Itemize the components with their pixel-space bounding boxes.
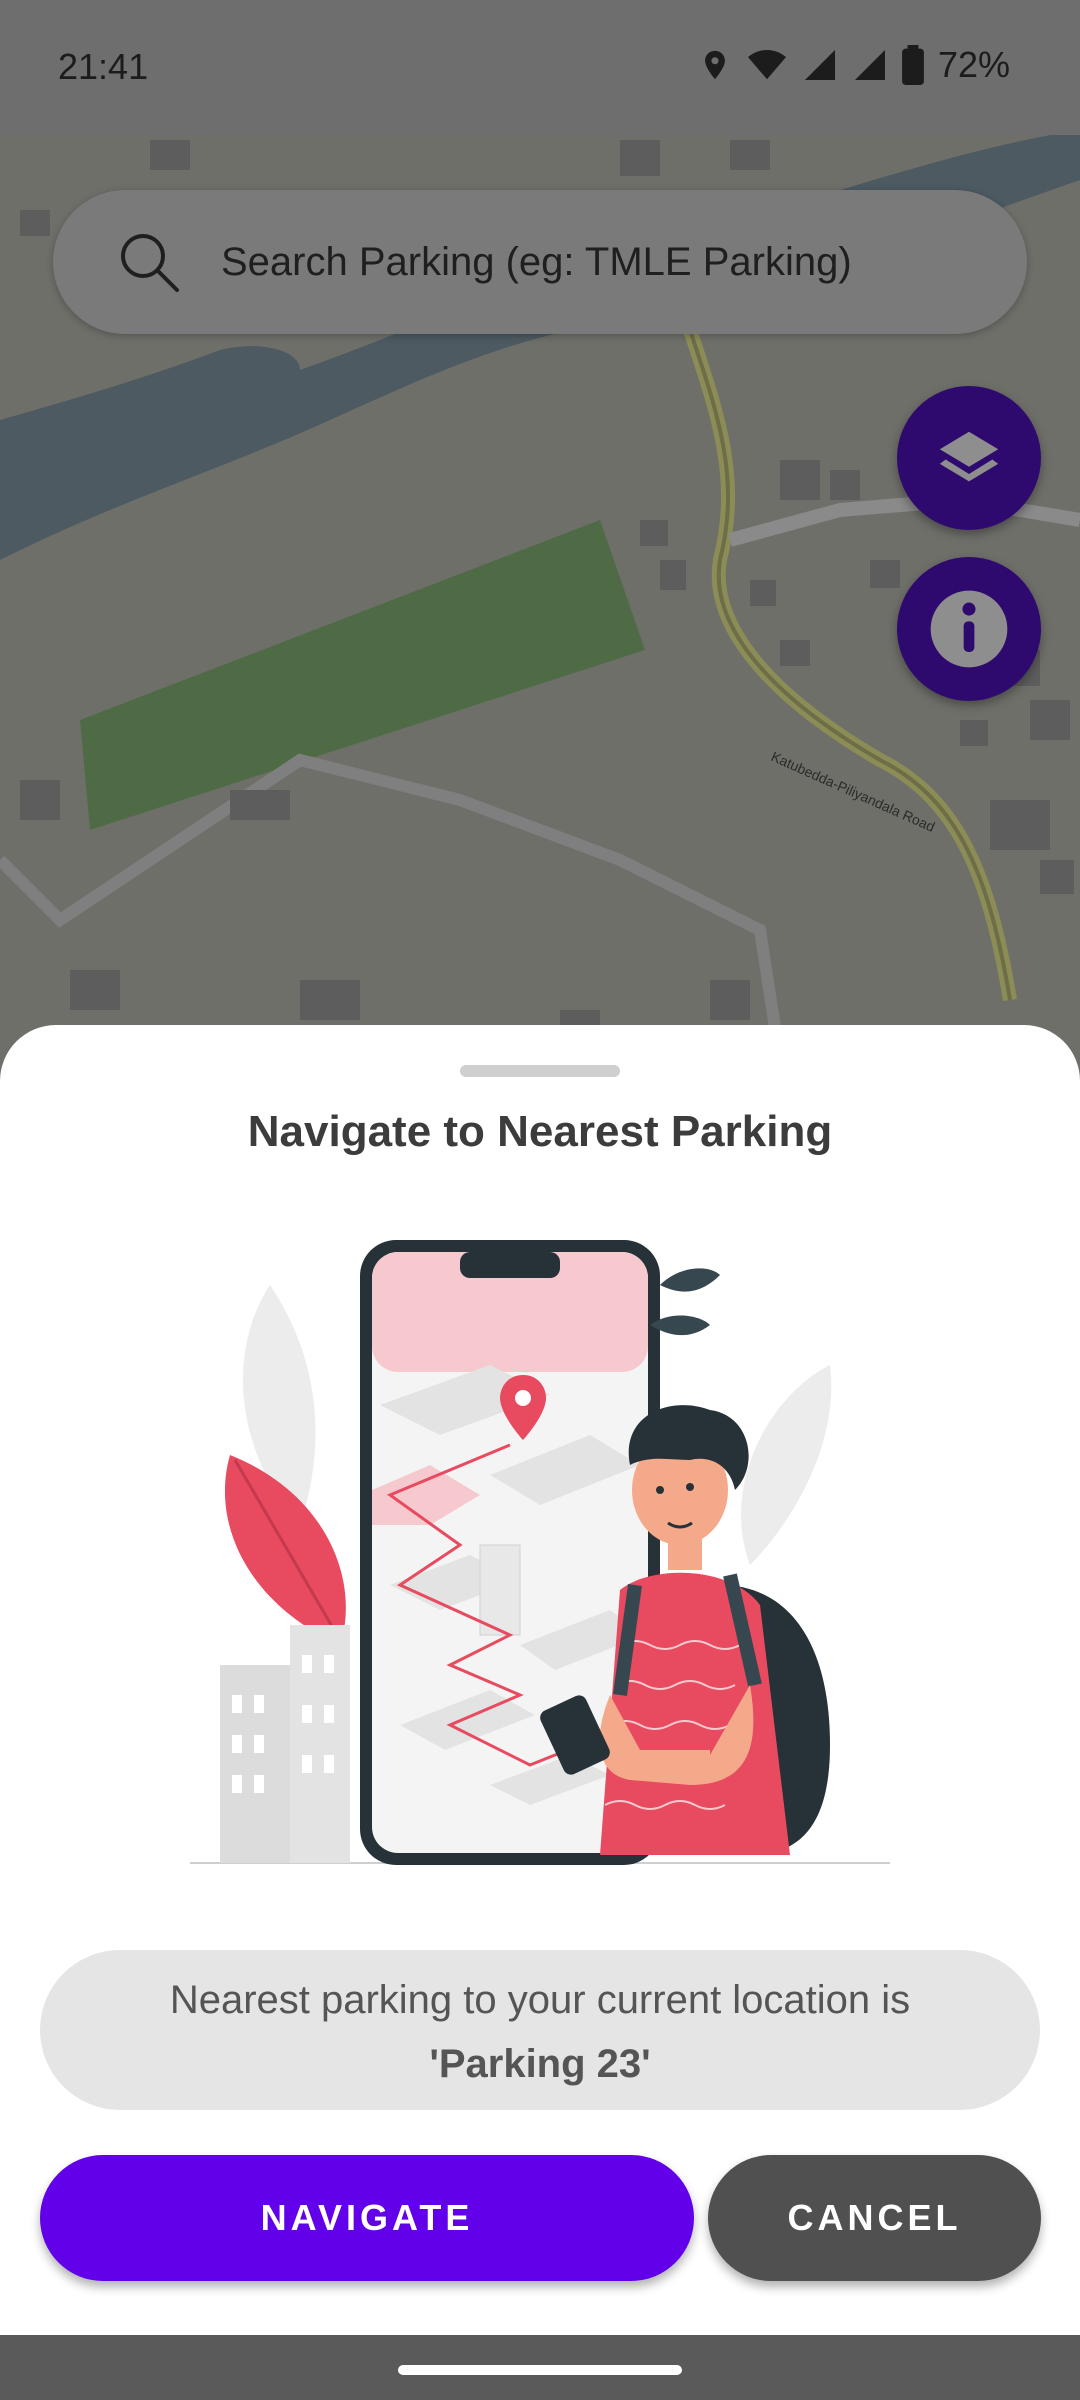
- status-time: 21:41: [58, 46, 149, 87]
- home-gesture-bar[interactable]: [398, 2365, 682, 2375]
- signal-icon-2: [854, 50, 885, 80]
- wifi-icon: [747, 49, 786, 80]
- nearest-parking-message: Nearest parking to your current location…: [40, 1950, 1040, 2110]
- status-bar: 21:41 72%: [0, 0, 1080, 135]
- search-bar[interactable]: Search Parking (eg: TMLE Parking): [53, 190, 1027, 334]
- battery-level: 72%: [937, 44, 1010, 85]
- status-icons: 72%: [698, 44, 1010, 86]
- system-nav-bar: [0, 2335, 1080, 2400]
- parking-name: 'Parking 23': [429, 2042, 651, 2086]
- bottom-sheet: Navigate to Nearest Parking Nearest park…: [0, 1025, 1080, 2335]
- message-text: Nearest parking to your current location…: [169, 1978, 911, 2022]
- battery-icon: [902, 45, 924, 85]
- layers-button[interactable]: [897, 386, 1041, 530]
- layers-icon: [939, 431, 999, 482]
- sheet-title: Navigate to Nearest Parking: [247, 1107, 833, 1156]
- cancel-button[interactable]: CANCEL: [708, 2155, 1041, 2281]
- map-view[interactable]: Katubedda-Piliyandala Road: [0, 0, 1080, 1080]
- navigate-button[interactable]: NAVIGATE: [40, 2155, 694, 2281]
- navigation-illustration: [190, 1240, 890, 1865]
- info-button[interactable]: [897, 557, 1041, 701]
- info-icon: [930, 590, 1008, 668]
- location-icon: [705, 50, 725, 80]
- drag-handle[interactable]: [460, 1065, 620, 1077]
- search-input[interactable]: Search Parking (eg: TMLE Parking): [221, 240, 852, 285]
- signal-icon: [804, 50, 835, 80]
- search-icon: [121, 234, 179, 292]
